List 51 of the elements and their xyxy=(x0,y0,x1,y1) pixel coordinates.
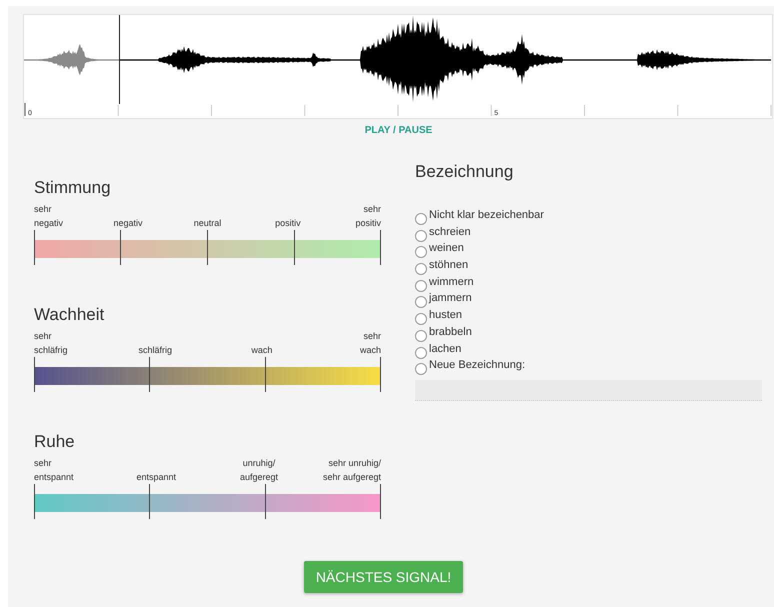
radio-button[interactable] xyxy=(415,330,427,342)
scale-label: sehr positiv xyxy=(355,203,381,230)
option-label: weinen xyxy=(429,242,464,256)
scale-label: schläfrig xyxy=(138,344,172,357)
option-label: stöhnen xyxy=(429,259,468,272)
scale-label: wach xyxy=(251,344,272,357)
tick-mark xyxy=(380,484,381,519)
tick-mark xyxy=(120,230,122,265)
tick-mark xyxy=(294,230,295,265)
option-label: Neue Bezeichnung: xyxy=(429,359,526,372)
scale-label: sehr negativ xyxy=(34,203,64,230)
option-label: husten xyxy=(429,309,462,322)
play-pause-button[interactable]: PLAY / PAUSE xyxy=(360,123,436,138)
next-signal-button[interactable]: NÄCHSTES SIGNAL! xyxy=(304,561,464,593)
scale-label: sehr wach xyxy=(360,330,381,357)
scale-label: sehr schläfrig xyxy=(34,330,68,357)
radio-button[interactable] xyxy=(415,346,427,358)
option-label: jammern xyxy=(429,292,472,306)
scale-title: Wachheit xyxy=(34,305,106,326)
scale-label: sehr entspannt xyxy=(34,457,74,484)
scale-label: neutral xyxy=(194,217,222,230)
option-label: schreien xyxy=(429,226,471,239)
radio-button[interactable] xyxy=(415,296,427,308)
tick-mark xyxy=(380,357,381,392)
radio-button[interactable] xyxy=(415,246,427,258)
scale-title: Stimmung xyxy=(34,178,112,199)
tick-mark xyxy=(380,230,381,265)
radio-button[interactable] xyxy=(415,363,427,376)
scale-label: entspannt xyxy=(136,471,176,484)
radio-button[interactable] xyxy=(415,213,427,225)
new-label-field[interactable] xyxy=(415,380,762,401)
scale-label: unruhig/ aufgeregt xyxy=(240,457,278,484)
section-title: Bezeichnung xyxy=(415,162,514,182)
rating-scale-bar[interactable] xyxy=(34,367,381,385)
radio-button[interactable] xyxy=(415,313,427,326)
option-label: lachen xyxy=(429,342,462,356)
scale-label: positiv xyxy=(275,217,301,230)
scale-label: negativ xyxy=(114,217,143,230)
tick-mark xyxy=(149,484,150,519)
scale-label: sehr unruhig/ sehr aufgeregt xyxy=(322,457,381,484)
option-label: Nicht klar bezeichenbar xyxy=(429,209,544,222)
radio-button[interactable] xyxy=(415,263,427,276)
option-label: brabbeln xyxy=(429,326,472,339)
tick-mark xyxy=(149,357,150,392)
tick-mark xyxy=(264,357,266,392)
option-label: wimmern xyxy=(429,276,474,289)
radio-button[interactable] xyxy=(415,230,427,242)
scale-title: Ruhe xyxy=(34,432,76,453)
tick-mark xyxy=(264,484,266,519)
tick-mark xyxy=(207,230,208,265)
radio-button[interactable] xyxy=(415,280,427,292)
